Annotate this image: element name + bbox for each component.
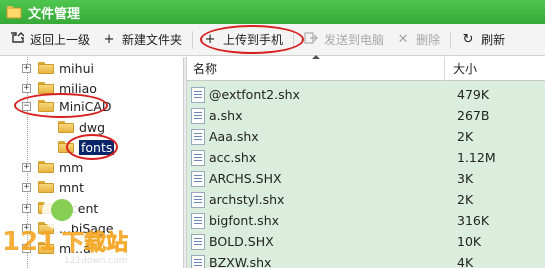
file-icon bbox=[191, 254, 205, 268]
folder-icon bbox=[38, 181, 54, 193]
file-row[interactable]: a.shx 267B bbox=[187, 105, 545, 126]
file-row[interactable]: archstyl.shx 2K bbox=[187, 189, 545, 210]
refresh-icon: ↻ bbox=[462, 32, 474, 47]
tree-item-fonts[interactable]: fonts bbox=[58, 137, 115, 157]
file-row[interactable]: bigfont.shx 316K bbox=[187, 210, 545, 231]
toolbar-divider bbox=[293, 30, 295, 49]
folder-icon bbox=[38, 82, 54, 94]
new-folder-button[interactable]: + 新建文件夹 bbox=[96, 26, 188, 54]
file-row[interactable]: @extfont2.shx 479K bbox=[187, 84, 545, 105]
file-row[interactable]: acc.shx 1.12M bbox=[187, 147, 545, 168]
collapse-icon[interactable]: − bbox=[22, 101, 31, 111]
plus-icon: + bbox=[204, 32, 216, 47]
delete-button[interactable]: ✕ 删除 bbox=[390, 26, 446, 54]
expand-icon[interactable]: + bbox=[22, 203, 31, 213]
folder-icon bbox=[38, 242, 54, 254]
expand-icon[interactable]: + bbox=[22, 182, 31, 192]
send-to-pc-button[interactable]: 发送到电脑 bbox=[298, 26, 390, 54]
toolbar-divider bbox=[192, 30, 194, 49]
close-icon: ✕ bbox=[397, 32, 409, 47]
tree-item-mnt[interactable]: + mnt bbox=[22, 177, 84, 197]
file-row[interactable]: ARCHS.SHX 3K bbox=[187, 168, 545, 189]
folder-icon bbox=[38, 222, 54, 234]
title-bar: 文件管理 bbox=[0, 0, 545, 24]
expand-icon[interactable]: + bbox=[22, 243, 31, 253]
refresh-button[interactable]: ↻ 刷新 bbox=[455, 26, 511, 54]
tree-item-dwg[interactable]: dwg bbox=[58, 117, 105, 137]
plus-icon: + bbox=[103, 32, 115, 47]
file-row[interactable]: Aaa.shx 2K bbox=[187, 126, 545, 147]
file-icon bbox=[191, 170, 205, 187]
toolbar-divider bbox=[450, 30, 452, 49]
folder-icon bbox=[58, 121, 74, 133]
column-header-name[interactable]: 名称 bbox=[187, 57, 445, 81]
tree-item-recent[interactable]: + ...cent bbox=[22, 198, 98, 218]
file-icon bbox=[191, 86, 205, 103]
send-icon bbox=[304, 31, 318, 48]
scroll-up-arrow-icon[interactable] bbox=[312, 55, 320, 59]
file-row[interactable]: BZXW.shx 4K bbox=[187, 252, 545, 268]
column-header-size[interactable]: 大小 bbox=[445, 60, 477, 77]
expand-icon[interactable]: + bbox=[22, 223, 31, 233]
file-icon bbox=[191, 128, 205, 145]
tree-item-mobisage[interactable]: + ...biSage bbox=[22, 218, 114, 238]
upload-to-phone-button[interactable]: + 上传到手机 bbox=[197, 26, 289, 54]
file-icon bbox=[191, 107, 205, 124]
tree-item-miliao[interactable]: + miliao bbox=[22, 78, 97, 98]
back-icon bbox=[10, 31, 25, 48]
file-icon bbox=[191, 191, 205, 208]
file-icon bbox=[191, 212, 205, 229]
tree-item-media[interactable]: + m...a bbox=[22, 238, 91, 258]
folder-icon bbox=[58, 141, 74, 153]
file-icon bbox=[191, 233, 205, 250]
file-list-header: 名称 大小 bbox=[187, 57, 545, 81]
tree-item-mihui[interactable]: + mihui bbox=[22, 58, 94, 78]
back-button[interactable]: 返回上一级 bbox=[4, 26, 96, 54]
folder-open-icon bbox=[38, 100, 54, 112]
expand-icon[interactable]: + bbox=[22, 83, 31, 93]
folder-icon bbox=[38, 161, 54, 173]
file-row[interactable]: BOLD.SHX 10K bbox=[187, 231, 545, 252]
file-list: 名称 大小 @extfont2.shx 479K a.shx 267B Aaa.… bbox=[187, 57, 545, 268]
toolbar: 返回上一级 + 新建文件夹 + 上传到手机 发送到电脑 ✕ 删除 ↻ 刷新 bbox=[0, 24, 545, 56]
expand-icon[interactable]: + bbox=[22, 162, 31, 172]
folder-icon bbox=[38, 202, 54, 214]
expand-icon[interactable]: + bbox=[22, 63, 31, 73]
tree-item-mm[interactable]: + mm bbox=[22, 157, 83, 177]
folder-tree: + mihui + miliao − MiniCAD dwg fonts + m… bbox=[0, 57, 183, 268]
folder-icon bbox=[6, 6, 22, 19]
window-title: 文件管理 bbox=[28, 6, 81, 22]
file-icon bbox=[191, 149, 205, 166]
tree-item-minicad[interactable]: − MiniCAD bbox=[22, 96, 112, 116]
folder-icon bbox=[38, 62, 54, 74]
